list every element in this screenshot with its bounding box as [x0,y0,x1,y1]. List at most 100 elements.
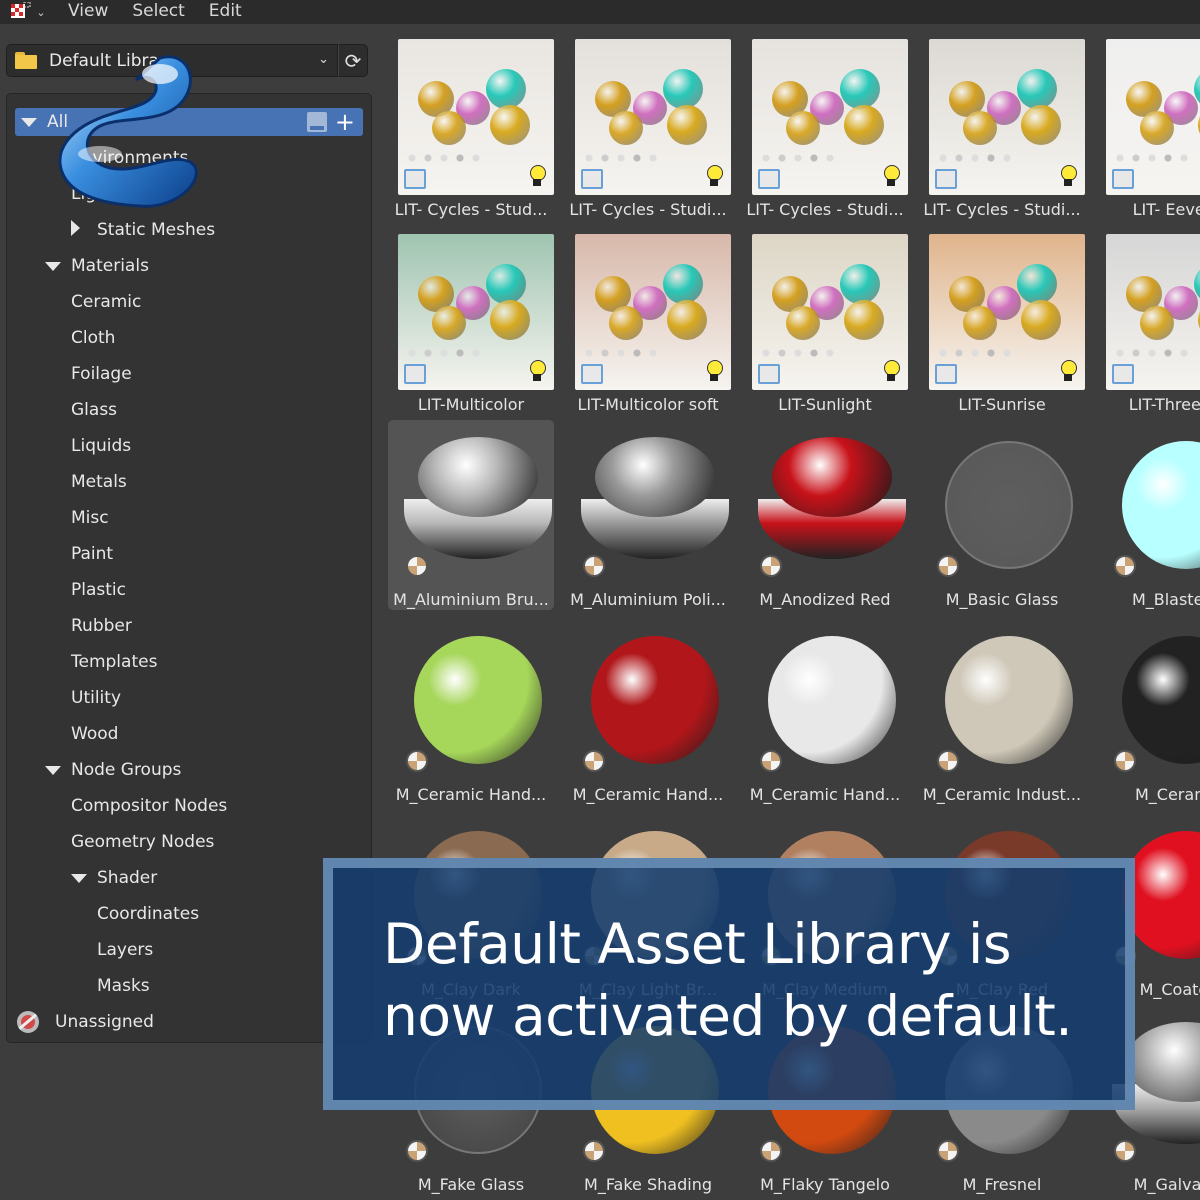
sphere-shape [786,111,820,145]
asset-thumbnail [752,429,908,585]
light-bulb-icon [882,360,900,384]
catalog-item-node-groups[interactable]: Node Groups [7,752,371,788]
asset-tile[interactable]: M_Ceramic Hand... [565,615,731,805]
asset-tile[interactable]: LIT-Sunlight [742,225,908,415]
asset-tile[interactable]: LIT- Cycles - Studi... [565,30,731,220]
catalog-item-coordinates[interactable]: Coordinates [7,896,371,932]
catalog-item-wood[interactable]: Wood [7,716,371,752]
world-type-icon [758,169,780,189]
catalog-item-glass[interactable]: Glass [7,392,371,428]
pebbles-shape [1112,151,1192,165]
asset-tile[interactable]: LIT- Cycles - Stud... [388,30,554,220]
sphere-shape [591,636,719,764]
sphere-shape [609,306,643,340]
asset-thumbnail [752,39,908,195]
sphere-shape [486,264,526,304]
asset-thumbnail [929,234,1085,390]
sphere-shape [490,105,530,145]
catalog-panel: All+EnvironmentsLightsStatic MeshesMater… [6,93,372,1043]
sphere-shape [786,306,820,340]
folder-icon [15,52,37,69]
asset-tile[interactable]: LIT- Cycles - Studi... [742,30,908,220]
catalog-item-unassigned[interactable]: Unassigned [7,1004,371,1040]
catalog-item-shader[interactable]: Shader [7,860,371,896]
asset-label: M_Ceramic Hand... [572,785,724,804]
refresh-library-button[interactable]: ⟳ [338,44,368,77]
light-bulb-icon [882,165,900,189]
material-icon [1114,555,1136,577]
asset-tile[interactable]: M_Ceramic Indust... [919,615,1085,805]
material-icon [583,1140,605,1162]
catalog-item-plastic[interactable]: Plastic [7,572,371,608]
brand-logo [40,44,210,214]
asset-tile[interactable]: LIT-Multicolor [388,225,554,415]
expand-triangle-icon[interactable] [45,262,61,271]
catalog-item-geometry-nodes[interactable]: Geometry Nodes [7,824,371,860]
asset-tile[interactable]: M_Ceramic Hand... [742,615,908,805]
catalog-item-ceramic[interactable]: Ceramic [7,284,371,320]
asset-label: LIT- Cycles - Studi... [569,200,727,219]
asset-label: LIT-Multicolor soft [577,395,719,414]
asset-tile[interactable]: M_Ceramic [1096,615,1200,805]
asset-label: M_Ceramic Hand... [395,785,547,804]
asset-tile[interactable]: M_Anodized Red [742,420,908,610]
catalog-item-label: Geometry Nodes [71,832,215,852]
asset-tile[interactable]: LIT- Cycles - Studi... [919,30,1085,220]
chevron-down-icon: ⌄ [318,52,329,67]
asset-label: LIT-Sunrise [958,395,1046,414]
expand-triangle-icon[interactable] [45,766,61,775]
catalog-item-liquids[interactable]: Liquids [7,428,371,464]
asset-thumbnail [398,624,554,780]
catalog-item-cloth[interactable]: Cloth [7,320,371,356]
catalog-item-metals[interactable]: Metals [7,464,371,500]
asset-thumbnail [752,234,908,390]
catalog-item-materials[interactable]: Materials [7,248,371,284]
pebbles-shape [758,151,838,165]
sphere-shape [844,105,884,145]
expand-triangle-icon[interactable] [21,118,37,127]
asset-tile[interactable]: M_Aluminium Poli... [565,420,731,610]
menu-select[interactable]: Select [120,0,196,24]
catalog-item-rubber[interactable]: Rubber [7,608,371,644]
catalog-item-misc[interactable]: Misc [7,500,371,536]
sphere-shape [945,441,1073,569]
catalog-item-templates[interactable]: Templates [7,644,371,680]
editor-type-selector[interactable]: ⌄ [0,0,56,24]
asset-tile[interactable]: LIT-Three Poi [1096,225,1200,415]
asset-tile[interactable]: LIT- Eevee - [1096,30,1200,220]
asset-tile[interactable]: M_Blaster B [1096,420,1200,610]
catalog-item-compositor-nodes[interactable]: Compositor Nodes [7,788,371,824]
light-bulb-icon [528,165,546,189]
asset-thumbnail [752,624,908,780]
catalog-item-layers[interactable]: Layers [7,932,371,968]
catalog-item-utility[interactable]: Utility [7,680,371,716]
catalog-item-foilage[interactable]: Foilage [7,356,371,392]
sphere-shape [963,111,997,145]
sphere-shape [945,636,1073,764]
new-catalog-icon[interactable] [306,112,327,132]
sphere-shape [663,264,703,304]
catalog-item-label: Misc [71,508,109,528]
catalog-item-static-meshes[interactable]: Static Meshes [7,212,371,248]
asset-tile[interactable]: M_Basic Glass [919,420,1085,610]
menu-edit[interactable]: Edit [197,0,254,24]
asset-tile[interactable]: M_Ceramic Hand... [388,615,554,805]
catalog-item-masks[interactable]: Masks [7,968,371,1004]
sphere-shape [609,111,643,145]
asset-thumbnail [1106,234,1200,390]
add-catalog-icon[interactable]: + [335,110,355,134]
asset-tile[interactable]: M_Aluminium Bru... [388,420,554,610]
catalog-item-label: Materials [71,256,149,276]
unassigned-icon [17,1011,39,1033]
asset-label: M_Ceramic [1134,785,1200,804]
menu-view[interactable]: View [56,0,120,24]
collapse-triangle-icon[interactable] [71,219,80,236]
asset-tile[interactable]: LIT-Multicolor soft [565,225,731,415]
catalog-item-label: Wood [71,724,119,744]
pebbles-shape [404,151,484,165]
world-type-icon [1112,169,1134,189]
catalog-item-label: Paint [71,544,114,564]
expand-triangle-icon[interactable] [71,874,87,883]
asset-tile[interactable]: LIT-Sunrise [919,225,1085,415]
catalog-item-paint[interactable]: Paint [7,536,371,572]
